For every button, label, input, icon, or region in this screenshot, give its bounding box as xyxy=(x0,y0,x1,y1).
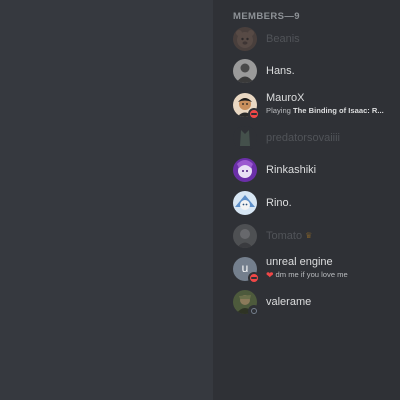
dnd-status-icon xyxy=(248,272,260,284)
member-name: MauroX xyxy=(266,92,305,104)
member-name-text: Tomato xyxy=(266,230,303,242)
members-header: MEMBERS—9 xyxy=(233,11,300,22)
member-item-tomato[interactable]: Tomato ♛ xyxy=(229,220,400,252)
member-name: predatorsovaiiii xyxy=(266,132,340,144)
member-name: Tomato ♛ xyxy=(266,230,312,242)
chat-scroll-gutter xyxy=(213,0,221,400)
member-name: Rino. xyxy=(266,197,292,209)
member-item-unreal-engine[interactable]: u unreal engine ❤ dm me if you love me xyxy=(229,253,400,285)
avatar xyxy=(233,158,257,182)
member-item-maurox[interactable]: MauroX Playing The Binding of Isaac: R..… xyxy=(229,89,400,121)
avatar-letter: u xyxy=(241,261,249,275)
app-window: MEMBERS—9 Beanis Hans. MauroX Playing Th… xyxy=(0,0,400,400)
member-item-rinkashiki[interactable]: Rinkashiki xyxy=(229,154,400,186)
member-name: Hans. xyxy=(266,65,295,77)
chat-area xyxy=(0,0,213,400)
member-item-hans[interactable]: Hans. xyxy=(229,55,400,87)
member-name: unreal engine xyxy=(266,256,333,268)
member-list: MEMBERS—9 Beanis Hans. MauroX Playing Th… xyxy=(221,0,400,400)
dnd-status-icon xyxy=(248,108,260,120)
owner-crown-icon: ♛ xyxy=(305,231,313,240)
avatar xyxy=(233,191,257,215)
avatar xyxy=(233,224,257,248)
avatar xyxy=(233,27,257,51)
member-item-valerame[interactable]: valerame xyxy=(229,286,400,318)
member-item-beanis[interactable]: Beanis xyxy=(229,23,400,55)
offline-status-icon xyxy=(248,305,260,317)
activity-game: The Binding of Isaac: R... xyxy=(293,106,384,115)
member-name: valerame xyxy=(266,296,312,308)
activity-prefix: Playing xyxy=(266,106,294,115)
member-item-predatorsovaiiii[interactable]: predatorsovaiiii xyxy=(229,122,400,154)
custom-status: ❤ dm me if you love me xyxy=(266,270,399,281)
member-item-rino[interactable]: Rino. xyxy=(229,187,400,219)
member-name: Beanis xyxy=(266,33,300,45)
member-activity: Playing The Binding of Isaac: R... xyxy=(266,106,399,115)
member-name: Rinkashiki xyxy=(266,164,317,176)
avatar xyxy=(233,126,257,150)
custom-status-text: dm me if you love me xyxy=(275,270,348,279)
avatar xyxy=(233,59,257,83)
heart-icon: ❤ xyxy=(266,270,274,280)
